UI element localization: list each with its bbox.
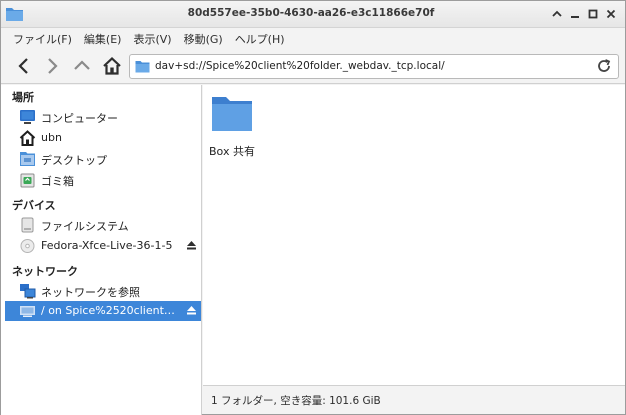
title-bar[interactable]: 80d557ee-35b0-4630-aa26-e3c11866e70f: [1, 1, 625, 28]
folder-icon: [212, 97, 252, 131]
arrow-left-icon: [18, 58, 28, 74]
sidebar-item-filesystem[interactable]: ファイルシステム: [5, 215, 201, 235]
sidebar-item-label: Fedora-Xfce-Live-36-1-5: [41, 239, 173, 252]
arrow-right-icon: [48, 58, 58, 74]
menu-file[interactable]: ファイル(F): [7, 31, 78, 47]
sidebar-item-label: ファイルシステム: [41, 220, 129, 233]
eject-icon[interactable]: [186, 305, 197, 316]
minimize-icon: [571, 16, 579, 18]
sidebar-item-spice-share[interactable]: / on Spice%2520client%2520folder: [5, 301, 201, 321]
sidebar-item-fedora-disc[interactable]: Fedora-Xfce-Live-36-1-5: [5, 236, 201, 256]
menu-help[interactable]: ヘルプ(H): [229, 31, 291, 47]
sidebar-item-label: デスクトップ: [41, 154, 107, 167]
location-text[interactable]: dav+sd://Spice%20client%20folder._webdav…: [155, 60, 445, 72]
chevron-up-icon: [552, 10, 562, 17]
network-icon: [20, 284, 36, 299]
toolbar: dav+sd://Spice%20client%20folder._webdav…: [1, 49, 625, 84]
sidebar-item-label: ネットワークを参照: [41, 286, 140, 299]
menu-view[interactable]: 表示(V): [127, 31, 177, 47]
trash-icon: [20, 173, 35, 188]
network-share-icon: [20, 306, 35, 317]
file-name: Box 共有: [209, 145, 255, 158]
sidebar-item-home[interactable]: ubn: [5, 128, 201, 148]
home-icon: [19, 130, 36, 146]
sidebar-item-label: ubn: [41, 131, 62, 144]
home-icon: [103, 56, 121, 75]
close-button[interactable]: [603, 6, 619, 22]
optical-disc-icon: [20, 239, 35, 253]
close-icon: [606, 9, 616, 19]
file-view[interactable]: Box 共有: [203, 85, 625, 385]
sidebar-item-label: / on Spice%2520client%2520folder: [41, 304, 181, 317]
menu-go[interactable]: 移動(G): [178, 31, 229, 47]
window-title: 80d557ee-35b0-4630-aa26-e3c11866e70f: [187, 7, 435, 19]
forward-button[interactable]: [39, 53, 65, 79]
reload-icon[interactable]: [596, 58, 612, 74]
sidebar-item-label: コンピューター: [41, 112, 118, 125]
minimize-button[interactable]: [567, 6, 583, 22]
maximize-icon: [588, 9, 598, 19]
home-button[interactable]: [99, 53, 125, 79]
maximize-button[interactable]: [585, 6, 601, 22]
sidebar-item-computer[interactable]: コンピューター: [5, 107, 201, 127]
status-bar: 1 フォルダー, 空き容量: 101.6 GiB: [203, 385, 625, 414]
sidebar-item-desktop[interactable]: デスクトップ: [5, 149, 201, 169]
places-header: 場所: [12, 91, 34, 104]
status-text: 1 フォルダー, 空き容量: 101.6 GiB: [211, 395, 381, 407]
drive-icon: [21, 217, 34, 233]
sidebar-item-label: ゴミ箱: [41, 175, 74, 188]
devices-header: デバイス: [12, 199, 56, 212]
eject-icon[interactable]: [186, 240, 197, 251]
location-bar[interactable]: dav+sd://Spice%20client%20folder._webdav…: [129, 54, 619, 79]
back-button[interactable]: [11, 53, 37, 79]
menu-edit[interactable]: 編集(E): [78, 31, 128, 47]
shade-button[interactable]: [549, 6, 565, 22]
network-header: ネットワーク: [12, 265, 78, 278]
file-manager-window: 80d557ee-35b0-4630-aa26-e3c11866e70f ファイ…: [0, 0, 626, 415]
desktop-icon: [20, 152, 35, 166]
file-item[interactable]: Box 共有: [209, 91, 255, 161]
folder-icon: [135, 61, 150, 73]
app-folder-icon: [6, 8, 23, 21]
sidebar: 場所 コンピューター ubn デスクトップ ゴミ箱 デバイス ファイルシステム …: [1, 85, 202, 415]
computer-icon: [20, 110, 35, 124]
sidebar-item-trash[interactable]: ゴミ箱: [5, 170, 201, 190]
sidebar-item-browse-network[interactable]: ネットワークを参照: [5, 281, 201, 301]
menu-bar: ファイル(F) 編集(E) 表示(V) 移動(G) ヘルプ(H): [1, 28, 625, 49]
up-button[interactable]: [69, 53, 95, 79]
arrow-up-icon: [74, 60, 90, 70]
